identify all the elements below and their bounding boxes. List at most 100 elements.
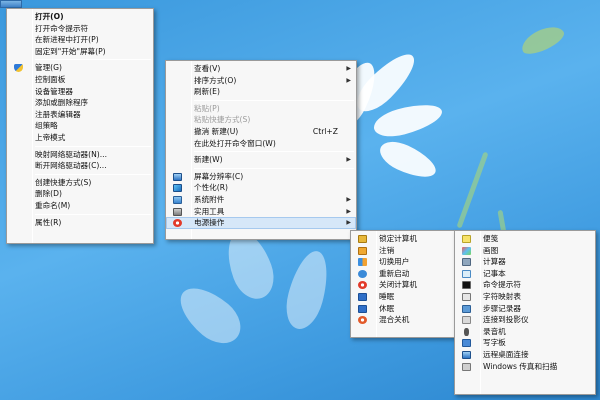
cmd-icon — [462, 281, 471, 290]
menu-item-sleep[interactable]: 睡眠 — [351, 291, 455, 303]
menu-item-character-map[interactable]: 字符映射表 — [455, 291, 595, 303]
menu-item-label: 写字板 — [483, 338, 506, 348]
menu-separator — [194, 99, 354, 101]
menu-item-sticky-notes[interactable]: 便笺 — [455, 233, 595, 245]
menu-item-label: 关闭计算机 — [379, 280, 417, 290]
switch-user-icon — [358, 258, 367, 267]
menu-item-restart[interactable]: 重新启动 — [351, 268, 455, 280]
menu-item-screen-resolution[interactable]: 屏幕分辨率(C) — [166, 171, 356, 183]
menu-item-hibernate[interactable]: 休眠 — [351, 303, 455, 315]
menu-item-label: 系统附件 — [194, 194, 225, 204]
menu-item-open-cmd[interactable]: 打开命令提示符 — [7, 23, 153, 35]
menu-item-paste-shortcut: 粘贴快捷方式(S) — [166, 114, 356, 126]
menu-item-label: 刷新(E) — [194, 87, 220, 97]
menu-item-label: 混合关机 — [379, 315, 410, 325]
menu-item-personalize[interactable]: 个性化(R) — [166, 182, 356, 194]
menu-item-label: 添加或删除程序 — [35, 98, 89, 108]
menu-item-label: 连接到投影仪 — [483, 315, 529, 325]
personalize-icon — [173, 184, 182, 193]
menu-item-label: 打开命令提示符 — [35, 23, 89, 33]
menu-separator — [35, 213, 151, 215]
menu-item-label: 映射网络驱动器(N)... — [35, 149, 108, 159]
menu-item-label: 创建快捷方式(S) — [35, 177, 92, 187]
menu-item-connect-projector[interactable]: 连接到投影仪 — [455, 314, 595, 326]
menu-separator — [35, 59, 151, 61]
restart-icon — [358, 269, 367, 278]
menu-item-utilities[interactable]: 实用工具 ▶ — [166, 206, 356, 218]
menu-item-switch-user[interactable]: 切换用户 — [351, 256, 455, 268]
menu-item-label: 粘贴快捷方式(S) — [194, 115, 251, 125]
menu-item-delete[interactable]: 删除(D) — [7, 188, 153, 200]
menu-item-calculator[interactable]: 计算器 — [455, 256, 595, 268]
notepad-icon — [462, 269, 471, 278]
accessories-icon — [173, 195, 182, 204]
menu-item-label: 新建(W) — [194, 155, 223, 165]
menu-item-registry-editor[interactable]: 注册表编辑器 — [7, 109, 153, 121]
chevron-right-icon: ▶ — [346, 219, 351, 227]
tools-icon — [173, 207, 182, 216]
menu-item-open-new-process[interactable]: 在新进程中打开(P) — [7, 34, 153, 46]
hibernate-icon — [358, 304, 367, 313]
menu-item-label: 管理(G) — [35, 63, 62, 73]
menu-item-disconnect-network-drive[interactable]: 断开网络驱动器(C)... — [7, 160, 153, 172]
menu-item-command-prompt[interactable]: 命令提示符 — [455, 279, 595, 291]
menu-item-steps-recorder[interactable]: 步骤记录器 — [455, 303, 595, 315]
menu-item-label: 查看(V) — [194, 64, 221, 73]
menu-item-shutdown[interactable]: 关闭计算机 — [351, 279, 455, 291]
menu-item-control-panel[interactable]: 控制面板 — [7, 74, 153, 86]
menu-item-label: 重命名(M) — [35, 200, 71, 210]
computer-context-menu: 打开(O) 打开命令提示符 在新进程中打开(P) 固定到"开始"屏幕(P) 管理… — [6, 8, 154, 244]
menu-item-rename[interactable]: 重命名(M) — [7, 200, 153, 212]
menu-item-fax-and-scan[interactable]: Windows 传真和扫描 — [455, 361, 595, 373]
menu-item-open[interactable]: 打开(O) — [7, 11, 153, 23]
menu-item-label: 重新启动 — [379, 268, 410, 278]
menu-item-label: 切换用户 — [379, 257, 410, 267]
menu-item-refresh[interactable]: 刷新(E) — [166, 86, 356, 98]
menu-item-lock-computer[interactable]: 锁定计算机 — [351, 233, 455, 245]
menu-item-undo-new[interactable]: 撤消 新建(U) Ctrl+Z — [166, 126, 356, 138]
display-icon — [173, 172, 182, 181]
menu-item-remote-desktop[interactable]: 远程桌面连接 — [455, 349, 595, 361]
calculator-icon — [462, 258, 471, 267]
menu-item-add-remove-programs[interactable]: 添加或删除程序 — [7, 97, 153, 109]
menu-item-god-mode[interactable]: 上帝模式 — [7, 132, 153, 144]
menu-item-open-command-window[interactable]: 在此处打开命令窗口(W) — [166, 138, 356, 150]
menu-item-log-off[interactable]: 注销 — [351, 245, 455, 257]
menu-item-new[interactable]: 新建(W) ▶ — [166, 154, 356, 166]
menu-item-properties[interactable]: 属性(R) — [7, 217, 153, 229]
menu-item-label: 命令提示符 — [483, 280, 521, 290]
menu-item-power-options[interactable]: 电源操作 ▶ — [166, 217, 356, 229]
menu-item-label: 撤消 新建(U) — [194, 126, 239, 136]
menu-item-create-shortcut[interactable]: 创建快捷方式(S) — [7, 177, 153, 189]
menu-item-label: 个性化(R) — [194, 183, 228, 193]
menu-item-label: 组策略 — [35, 121, 58, 131]
taskbar-icon[interactable] — [0, 0, 22, 8]
menu-item-wordpad[interactable]: 写字板 — [455, 337, 595, 349]
menu-item-notepad[interactable]: 记事本 — [455, 268, 595, 280]
menu-item-label: 在新进程中打开(P) — [35, 35, 99, 45]
menu-item-label: 步骤记录器 — [483, 303, 521, 313]
shortcut-label: Ctrl+Z — [312, 126, 338, 136]
menu-item-label: 属性(R) — [35, 217, 62, 227]
menu-item-label: Windows 传真和扫描 — [483, 361, 558, 371]
menu-item-label: 计算器 — [483, 257, 506, 267]
menu-item-hybrid-shutdown[interactable]: 混合关机 — [351, 314, 455, 326]
menu-item-pin-to-start[interactable]: 固定到"开始"屏幕(P) — [7, 46, 153, 58]
menu-item-label: 屏幕分辨率(C) — [194, 171, 244, 181]
menu-item-label: 画图 — [483, 245, 499, 255]
menu-item-sort-by[interactable]: 排序方式(O) ▶ — [166, 75, 356, 87]
menu-item-paint[interactable]: 画图 — [455, 245, 595, 257]
menu-item-system-accessories[interactable]: 系统附件 ▶ — [166, 194, 356, 206]
power-submenu: 锁定计算机 注销 切换用户 重新启动 关闭计算机 睡眠 休眠 混合关机 — [350, 230, 456, 338]
menu-item-manage[interactable]: 管理(G) — [7, 62, 153, 74]
remote-desktop-icon — [462, 350, 471, 359]
menu-item-label: 休眠 — [379, 303, 395, 313]
menu-item-device-manager[interactable]: 设备管理器 — [7, 86, 153, 98]
menu-item-sound-recorder[interactable]: 录音机 — [455, 326, 595, 338]
menu-item-map-network-drive[interactable]: 映射网络驱动器(N)... — [7, 149, 153, 161]
menu-item-label: 在此处打开命令窗口(W) — [194, 138, 276, 148]
menu-item-view[interactable]: 查看(V) ▶ — [166, 63, 356, 75]
menu-item-group-policy[interactable]: 组策略 — [7, 120, 153, 132]
menu-separator — [35, 173, 151, 175]
menu-item-label: 上帝模式 — [35, 132, 66, 142]
